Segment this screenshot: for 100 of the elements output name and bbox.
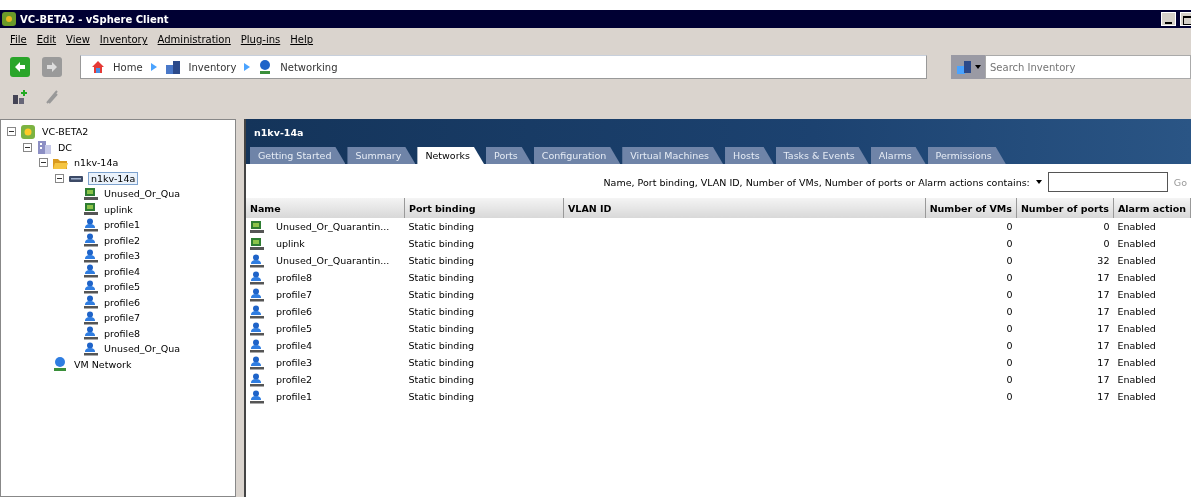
table-cell: 17 xyxy=(1097,272,1110,283)
tree-item[interactable]: VC-BETA2 xyxy=(40,126,91,138)
menu-item[interactable]: Plug-ins xyxy=(240,34,281,45)
collapse-toggle[interactable] xyxy=(23,142,32,152)
person-network-icon xyxy=(84,248,98,263)
table-cell: Static binding xyxy=(408,289,475,300)
table-cell: profile7 xyxy=(276,289,313,300)
tree-item[interactable]: profile4 xyxy=(102,265,143,277)
menu-item[interactable]: View xyxy=(66,34,90,45)
table-cell: uplink xyxy=(276,238,305,249)
table-cell: 0 xyxy=(1006,221,1013,232)
table-cell: 0 xyxy=(1006,374,1013,385)
person-network-icon xyxy=(250,321,264,336)
chevron-icon xyxy=(150,63,157,71)
inventory-icon xyxy=(955,59,974,75)
maximize-button[interactable] xyxy=(1180,12,1191,26)
minimize-button[interactable] xyxy=(1161,12,1176,26)
table-cell: 17 xyxy=(1097,391,1110,402)
tree-item[interactable]: n1kv-14a xyxy=(88,171,139,185)
column-header[interactable]: VLAN ID xyxy=(563,198,926,218)
table-cell: profile6 xyxy=(276,306,313,317)
table-cell: 17 xyxy=(1097,289,1110,300)
person-network-icon xyxy=(84,217,98,232)
menu-item[interactable]: Edit xyxy=(36,34,57,45)
table-cell: Static binding xyxy=(408,357,475,368)
table-cell: 0 xyxy=(1006,255,1013,266)
tree-item[interactable]: profile7 xyxy=(102,312,143,324)
table-cell: Static binding xyxy=(408,238,475,249)
minimize-icon xyxy=(1165,21,1172,25)
breadcrumb-link[interactable]: Home xyxy=(91,60,143,74)
table-cell: 0 xyxy=(1006,391,1013,402)
panel-title: n1kv-14a xyxy=(253,127,305,140)
table-cell: 0 xyxy=(1006,357,1013,368)
table-cell: profile4 xyxy=(276,340,313,351)
person-network-icon xyxy=(84,279,98,294)
column-header[interactable]: Number of VMs xyxy=(925,198,1017,218)
building-icon xyxy=(36,139,52,156)
table-cell: profile5 xyxy=(276,323,313,334)
tree-item[interactable]: Unused_Or_Qua xyxy=(102,188,183,200)
person-network-icon xyxy=(250,338,264,353)
network-adapter-icon xyxy=(84,202,98,217)
table-cell: Enabled xyxy=(1117,255,1156,266)
column-header[interactable]: Name xyxy=(246,198,405,218)
table-cell: Static binding xyxy=(408,374,475,385)
tree-item[interactable]: uplink xyxy=(102,203,135,215)
table-cell: Unused_Or_Quarantin... xyxy=(276,255,390,266)
person-network-icon xyxy=(250,253,264,268)
table-cell: Enabled xyxy=(1117,289,1156,300)
person-network-icon xyxy=(250,389,264,404)
table-cell: Enabled xyxy=(1117,340,1156,351)
tree-item[interactable]: n1kv-14a xyxy=(72,157,121,169)
table-cell: 0 xyxy=(1103,238,1110,249)
person-network-icon xyxy=(250,270,264,285)
tree-item[interactable]: VM Network xyxy=(72,358,134,370)
person-network-icon xyxy=(84,264,98,279)
tree-item[interactable]: DC xyxy=(56,141,74,153)
tree-item[interactable]: profile8 xyxy=(102,327,143,339)
breadcrumb-link[interactable]: Inventory xyxy=(164,59,237,75)
table-cell: Static binding xyxy=(408,255,475,266)
collapse-toggle[interactable] xyxy=(7,127,16,137)
menu-item[interactable]: Help xyxy=(290,34,314,45)
menu-item[interactable]: File xyxy=(10,34,27,45)
tree-item[interactable]: profile2 xyxy=(102,234,143,246)
add-host-icon[interactable] xyxy=(12,89,28,105)
table-cell: Static binding xyxy=(408,391,475,402)
inventory-icon xyxy=(164,59,181,75)
collapse-toggle[interactable] xyxy=(39,158,48,168)
table-cell: Unused_Or_Quarantin... xyxy=(276,221,390,232)
tab[interactable]: Networks xyxy=(417,147,484,164)
tree-item[interactable]: profile6 xyxy=(102,296,143,308)
column-header[interactable]: Port binding xyxy=(404,198,564,218)
chevron-icon xyxy=(244,63,251,71)
search-scope-button[interactable] xyxy=(951,55,985,79)
home-icon xyxy=(91,60,105,74)
table-cell: Enabled xyxy=(1117,357,1156,368)
network-adapter-icon xyxy=(250,236,264,251)
tree-item[interactable]: profile3 xyxy=(102,250,143,262)
person-network-icon xyxy=(84,233,98,248)
caret-icon[interactable] xyxy=(1035,180,1042,184)
column-header[interactable]: Alarm action xyxy=(1113,198,1191,218)
breadcrumb-link[interactable]: Networking xyxy=(258,59,338,75)
table-cell: Enabled xyxy=(1117,391,1156,402)
tree-item[interactable]: Unused_Or_Qua xyxy=(102,343,183,355)
globe-network-icon xyxy=(52,356,68,373)
person-network-icon xyxy=(84,326,98,341)
tree-item[interactable]: profile1 xyxy=(102,219,143,231)
filter-field[interactable] xyxy=(1047,172,1168,192)
collapse-toggle[interactable] xyxy=(55,173,64,183)
column-header[interactable]: Number of ports xyxy=(1016,198,1114,218)
table-cell: 17 xyxy=(1097,306,1110,317)
search-field[interactable]: Search Inventory xyxy=(985,55,1191,79)
tree-item[interactable]: profile5 xyxy=(102,281,143,293)
table-cell: 17 xyxy=(1097,340,1110,351)
person-network-icon xyxy=(250,372,264,387)
table-cell: profile1 xyxy=(276,391,313,402)
person-network-icon xyxy=(250,355,264,370)
table-cell: 0 xyxy=(1006,306,1013,317)
menu-item[interactable]: Inventory xyxy=(99,34,148,45)
table-cell: 0 xyxy=(1006,272,1013,283)
menu-item[interactable]: Administration xyxy=(157,34,231,45)
